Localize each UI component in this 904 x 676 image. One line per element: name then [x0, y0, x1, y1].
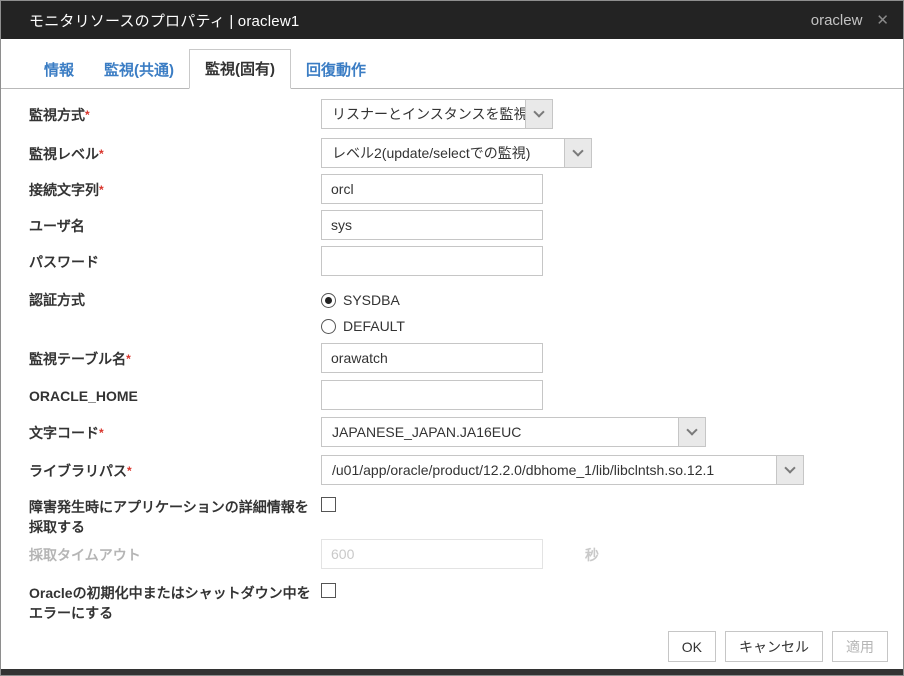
monitor-level-select[interactable]: レベル2(update/selectでの監視)	[321, 138, 592, 168]
dialog-title: モニタリソースのプロパティ | oraclew1	[29, 12, 300, 30]
apply-button[interactable]: 適用	[832, 631, 888, 662]
row-monitor-method: 監視方式* リスナーとインスタンスを監視	[29, 99, 887, 129]
close-icon[interactable]: ✕	[876, 13, 889, 28]
auth-method-label: 認証方式	[29, 292, 85, 308]
tab-monitor-common[interactable]: 監視(共通)	[89, 51, 189, 89]
error-during-init-checkbox[interactable]	[321, 583, 336, 598]
tab-monitor-special[interactable]: 監視(固有)	[189, 49, 292, 89]
footer-buttons: OK キャンセル 適用	[667, 631, 888, 662]
radio-sysdba-label: SYSDBA	[343, 292, 400, 308]
monitor-level-label: 監視レベル*	[29, 146, 104, 162]
required-mark: *	[99, 147, 104, 161]
row-monitor-level: 監視レベル* レベル2(update/selectでの監視)	[29, 138, 887, 168]
row-password: パスワード	[29, 246, 887, 276]
radio-button-icon[interactable]	[321, 292, 336, 308]
chevron-down-icon[interactable]	[678, 418, 705, 446]
collect-timeout-input	[321, 539, 543, 569]
cancel-button[interactable]: キャンセル	[725, 631, 823, 662]
monitor-level-value: レベル2(update/selectでの監視)	[332, 145, 531, 161]
char-code-value: JAPANESE_JAPAN.JA16EUC	[332, 424, 522, 440]
chevron-down-icon[interactable]	[525, 100, 552, 128]
row-user-name: ユーザ名	[29, 210, 887, 240]
row-collect-detail: 障害発生時にアプリケーションの詳細情報を採取する	[29, 495, 887, 537]
titlebar: モニタリソースのプロパティ | oraclew1 oraclew ✕	[1, 1, 903, 39]
row-oracle-home: ORACLE_HOME	[29, 380, 887, 410]
library-path-value: /u01/app/oracle/product/12.2.0/dbhome_1/…	[332, 462, 715, 478]
row-connect-string: 接続文字列*	[29, 174, 887, 204]
library-path-select[interactable]: /u01/app/oracle/product/12.2.0/dbhome_1/…	[321, 455, 804, 485]
collect-detail-label: 障害発生時にアプリケーションの詳細情報を採取する	[29, 499, 309, 535]
tabbar: 情報 監視(共通) 監視(固有) 回復動作	[1, 39, 903, 89]
monitor-table-label: 監視テーブル名*	[29, 351, 131, 367]
required-mark: *	[127, 464, 132, 478]
radio-sysdba[interactable]: SYSDBA	[321, 287, 405, 313]
row-collect-timeout: 採取タイムアウト 秒	[29, 539, 887, 569]
collect-timeout-unit: 秒	[585, 547, 599, 563]
chevron-down-icon[interactable]	[564, 139, 591, 167]
oracle-home-label: ORACLE_HOME	[29, 388, 138, 404]
radio-button-icon[interactable]	[321, 318, 336, 334]
monitor-table-input[interactable]	[321, 343, 543, 373]
row-monitor-table: 監視テーブル名*	[29, 343, 887, 373]
connect-string-input[interactable]	[321, 174, 543, 204]
form-content: 監視方式* リスナーとインスタンスを監視 監視レベル* レベル2(update/…	[1, 89, 903, 623]
ok-button[interactable]: OK	[667, 631, 716, 662]
monitor-method-value: リスナーとインスタンスを監視	[332, 106, 525, 122]
password-label: パスワード	[29, 254, 99, 270]
char-code-select[interactable]: JAPANESE_JAPAN.JA16EUC	[321, 417, 706, 447]
collect-timeout-label: 採取タイムアウト	[29, 547, 141, 563]
user-name-label: ユーザ名	[29, 218, 85, 234]
connect-string-label: 接続文字列*	[29, 182, 104, 198]
monitor-method-select[interactable]: リスナーとインスタンスを監視	[321, 99, 553, 129]
char-code-label: 文字コード*	[29, 425, 104, 441]
oracle-home-input[interactable]	[321, 380, 543, 410]
radio-default[interactable]: DEFAULT	[321, 313, 405, 339]
password-input[interactable]	[321, 246, 543, 276]
required-mark: *	[99, 183, 104, 197]
radio-default-label: DEFAULT	[343, 318, 405, 334]
dialog-bottom-edge	[1, 669, 903, 675]
user-name-input[interactable]	[321, 210, 543, 240]
row-auth-method: 認証方式 SYSDBA DEFAULT	[29, 284, 887, 339]
library-path-label: ライブラリパス*	[29, 463, 132, 479]
required-mark: *	[126, 352, 131, 366]
monitor-resource-properties-dialog: モニタリソースのプロパティ | oraclew1 oraclew ✕ 情報 監視…	[0, 0, 904, 676]
error-during-init-label: Oracleの初期化中またはシャットダウン中をエラーにする	[29, 585, 311, 621]
monitor-method-label: 監視方式*	[29, 107, 90, 123]
row-library-path: ライブラリパス* /u01/app/oracle/product/12.2.0/…	[29, 455, 887, 485]
tab-info[interactable]: 情報	[29, 51, 89, 89]
chevron-down-icon[interactable]	[776, 456, 803, 484]
required-mark: *	[99, 426, 104, 440]
required-mark: *	[85, 108, 90, 122]
auth-method-radio-group: SYSDBA DEFAULT	[321, 284, 405, 339]
window-label: oraclew	[810, 11, 863, 29]
tab-recovery-action[interactable]: 回復動作	[291, 51, 381, 89]
row-error-during-init: Oracleの初期化中またはシャットダウン中をエラーにする	[29, 581, 887, 623]
collect-detail-checkbox[interactable]	[321, 497, 336, 512]
row-char-code: 文字コード* JAPANESE_JAPAN.JA16EUC	[29, 417, 887, 447]
